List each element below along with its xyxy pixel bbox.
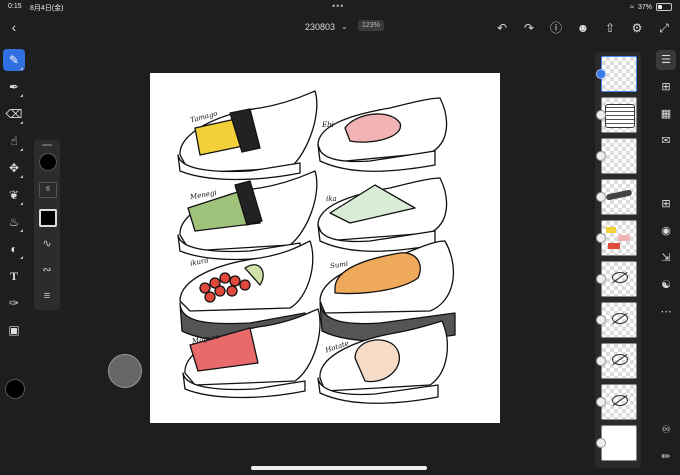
layer-select-knob[interactable] [596, 274, 606, 284]
layer-preview [608, 243, 620, 249]
comments-icon[interactable]: ✉ [656, 131, 676, 151]
layer-select-knob[interactable] [596, 192, 606, 202]
help-icon[interactable]: ⓘ [548, 20, 564, 36]
top-bar: ‹ 230803 ⌄ 123% ↶ ↷ ⓘ ☻ ⇧ ⚙ ⤢ [0, 14, 680, 42]
back-chevron-icon[interactable]: ‹ [6, 19, 22, 35]
redo-icon[interactable]: ↷ [521, 20, 537, 36]
undo-icon[interactable]: ↶ [494, 20, 510, 36]
masks-icon[interactable]: ♾ [656, 420, 676, 440]
status-bar: 0:15 8月4日(金) ••• ≈ 37% [0, 0, 680, 14]
touch-shortcut-button[interactable] [108, 354, 142, 388]
zoom-level-badge[interactable]: 123% [358, 20, 384, 31]
eraser-icon[interactable]: ⌫ [3, 103, 25, 125]
share-icon[interactable]: ☻ [575, 20, 591, 36]
layer-thumbnail[interactable] [601, 138, 637, 174]
label-ebi: Ebi [322, 121, 334, 129]
brush-preview[interactable] [39, 153, 57, 171]
layer-thumbnail[interactable] [601, 425, 637, 461]
drawing-canvas[interactable]: Tamago Ebi Menegi ika ikura Sumi Maguro … [150, 73, 500, 423]
battery-icon [656, 3, 672, 11]
wifi-icon: ≈ [630, 3, 634, 11]
label-ika: ika [326, 195, 337, 203]
brush-settings-panel: 6 ∿ ∾ ≡ [34, 140, 60, 310]
brush-options-icon[interactable]: ≡ [39, 288, 55, 304]
layer-thumbnail[interactable] [601, 97, 637, 133]
brush-color-box[interactable] [39, 209, 57, 227]
layer-select-knob[interactable] [596, 356, 606, 366]
color-swatch[interactable] [5, 379, 25, 399]
status-date: 8月4日(金) [30, 5, 64, 12]
layer-select-knob[interactable] [596, 315, 606, 325]
layer-select-knob[interactable] [596, 397, 606, 407]
title-dropdown-chevron-icon[interactable]: ⌄ [341, 22, 348, 31]
transform-icon[interactable]: ✥ [3, 157, 25, 179]
smudge-icon[interactable]: ☝ [3, 130, 25, 152]
ruler-icon[interactable]: ✏ [656, 447, 676, 467]
left-toolbar: ✎ ✒ ⌫ ☝ ✥ ❦ ♨ ◐ T ✑ ▣ [0, 46, 28, 466]
pixel-brush-icon[interactable]: ✎ [3, 49, 25, 71]
more-icon[interactable]: ⋯ [656, 302, 676, 322]
battery-percent: 37% [637, 3, 652, 11]
layer-preview [618, 235, 630, 241]
visibility-icon[interactable]: ◉ [656, 221, 676, 241]
right-toolbar: ☰ ⊞ ▦ ✉ ⊞ ◉ ⇲ ☯ ⋯ ♾ ✏ [652, 46, 680, 475]
brush-size-value[interactable]: 6 [39, 182, 57, 198]
document-title[interactable]: 230803 [305, 22, 335, 32]
shape-icon[interactable]: ◐ [3, 238, 25, 260]
layers-panel [595, 52, 641, 468]
status-right: ≈ 37% [630, 3, 672, 11]
layer-select-knob[interactable] [596, 151, 606, 161]
layer-select-knob[interactable] [596, 110, 606, 120]
layer-preview [606, 227, 616, 233]
add-layer-icon[interactable]: ⊞ [656, 194, 676, 214]
layer-thumbnail[interactable] [601, 220, 637, 256]
brush-settings-icon[interactable]: ∾ [39, 262, 55, 278]
paint-brush-icon[interactable]: ✒ [3, 76, 25, 98]
multitask-dots[interactable]: ••• [332, 1, 344, 11]
layer-thumbnail[interactable] [601, 302, 637, 338]
layer-thumbnail[interactable] [601, 384, 637, 420]
home-indicator[interactable] [251, 466, 427, 470]
settings-icon[interactable]: ⚙ [629, 20, 645, 36]
lasso-icon[interactable]: ❦ [3, 184, 25, 206]
hidden-eye-icon [612, 272, 628, 283]
layer-select-knob[interactable] [596, 438, 606, 448]
image-icon[interactable]: ▣ [3, 319, 25, 341]
layer-thumbnail[interactable] [601, 179, 637, 215]
layer-preview [605, 104, 635, 128]
grid-icon[interactable]: ▦ [656, 104, 676, 124]
export-icon[interactable]: ⇧ [602, 20, 618, 36]
expand-icon[interactable]: ⤢ [656, 20, 672, 36]
layer-thumbnail[interactable] [601, 56, 637, 92]
text-icon[interactable]: T [3, 265, 25, 287]
status-time: 0:15 [8, 3, 22, 10]
layer-thumbnail[interactable] [601, 343, 637, 379]
panel-handle[interactable] [42, 144, 52, 146]
fill-icon[interactable]: ♨ [3, 211, 25, 233]
layer-select-knob[interactable] [596, 233, 606, 243]
layer-preview [605, 189, 633, 201]
blend-icon[interactable]: ☯ [656, 275, 676, 295]
eyedropper-icon[interactable]: ✑ [3, 292, 25, 314]
hidden-eye-icon [612, 354, 628, 365]
adjustments-icon[interactable]: ⊞ [656, 77, 676, 97]
layer-thumbnail[interactable] [601, 261, 637, 297]
layers-icon[interactable]: ☰ [656, 50, 676, 70]
hidden-eye-icon [612, 395, 628, 406]
hidden-eye-icon [612, 313, 628, 324]
layer-select-knob[interactable] [596, 69, 606, 79]
import-icon[interactable]: ⇲ [656, 248, 676, 268]
stroke-wave-icon[interactable]: ∿ [39, 236, 55, 252]
